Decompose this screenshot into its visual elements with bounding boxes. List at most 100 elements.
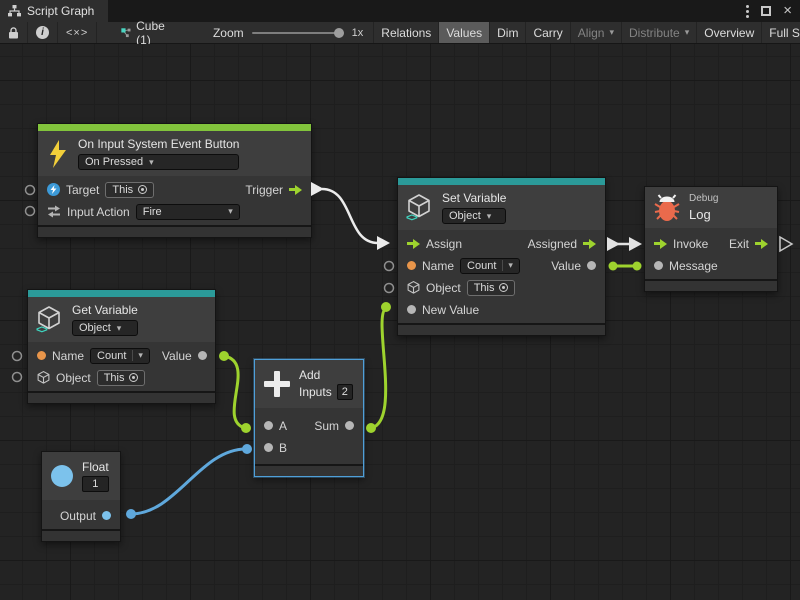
node-title: Get Variable [72,303,138,317]
button-label: Distribute [629,26,680,40]
variable-scope-dropdown[interactable]: Object ▾ [442,208,506,224]
zoom-label: Zoom [213,26,244,40]
chevron-down-icon: ▾ [609,27,614,38]
b-port[interactable] [264,443,273,452]
node-on-input-system-event-button[interactable]: On Input System Event Button On Pressed … [37,123,312,238]
name-port[interactable] [407,261,416,270]
float-value-field[interactable]: 1 [82,476,109,492]
scripting-brackets-icon: <> [406,212,417,224]
object-value: This [474,282,495,294]
object-cube-icon [37,371,50,385]
node-body: Output [42,500,120,529]
a-port[interactable] [264,421,273,430]
zoom-value: 1x [352,27,364,39]
node-title: On Input System Event Button [78,137,239,151]
node-title: Add [299,368,353,382]
object-field[interactable]: This [467,280,516,296]
node-header: On Input System Event Button On Pressed … [38,131,311,176]
variable-cube-icon: <> [37,306,63,334]
port-label: Assign [426,237,462,251]
output-port[interactable] [102,511,111,520]
script-graph-window: Script Graph × i <×> [0,0,800,600]
code-view-button[interactable]: <×> [58,22,97,43]
toolbar-button-values[interactable]: Values [439,22,490,43]
object-picker-icon [138,185,147,194]
button-label: Align [578,26,605,40]
object-field[interactable]: This [97,370,146,386]
kebab-menu-icon[interactable] [746,5,749,18]
button-label: Full Screen [769,26,800,40]
toolbar-button-align[interactable]: Align ▾ [571,22,622,43]
toolbar-button-fullscreen[interactable]: Full Screen [762,22,800,43]
variable-scope-dropdown[interactable]: Object ▾ [72,320,138,336]
maximize-icon[interactable] [761,6,771,16]
toolbar-button-carry[interactable]: Carry [526,22,570,43]
bug-icon [654,194,680,222]
lock-button[interactable] [0,22,28,43]
port-row-name: Name Count ▾ Value [28,345,215,366]
name-port[interactable] [37,351,46,360]
tab-script-graph[interactable]: Script Graph [0,0,108,22]
port-row-output: Output [42,505,120,526]
node-color-bar [398,178,605,185]
node-debug-log[interactable]: Debug Log Invoke Exit Message [644,186,778,292]
toolbar-spacer [97,22,113,43]
node-set-variable[interactable]: <> Set Variable Object ▾ Assign Assigned… [397,177,606,336]
node-get-variable[interactable]: <> Get Variable Object ▾ Name Count ▾ Va… [27,289,216,404]
graph-icon [8,5,21,17]
variable-name-dropdown[interactable]: Count ▾ [460,258,520,274]
variable-name-dropdown[interactable]: Count ▾ [90,348,150,364]
message-port[interactable] [654,261,663,270]
inputs-count-field[interactable]: 2 [337,384,353,400]
toolbar-button-distribute[interactable]: Distribute▾ [622,22,697,43]
inspect-button[interactable]: i [28,22,58,43]
target-object-field[interactable]: This [105,182,154,198]
node-body: Name Count ▾ Value Object This [28,342,215,391]
zoom-slider[interactable] [252,32,344,34]
flow-arrow-icon[interactable] [583,239,596,249]
port-label: Object [426,281,461,295]
port-label-exit: Exit [729,237,749,251]
button-label: Carry [533,26,562,40]
button-label: Values [446,26,482,40]
object-picker-icon [129,373,138,382]
flow-arrow-icon[interactable] [407,239,420,249]
port-label: Name [422,259,454,273]
port-row-object: Object This [28,367,215,388]
dropdown-value: Count [97,350,126,362]
flow-arrow-icon[interactable] [289,185,302,195]
node-color-bar [28,290,215,297]
chevron-down-icon: ▾ [117,323,122,334]
dropdown-value: Count [467,260,496,272]
close-icon[interactable]: × [783,6,792,16]
on-pressed-dropdown[interactable]: On Pressed ▾ [78,154,239,170]
object-value: This [112,184,133,196]
toolbar-button-relations[interactable]: Relations [374,22,439,43]
target-icon [47,183,60,196]
node-footer [38,227,311,237]
input-action-dropdown[interactable]: Fire ▾ [136,204,240,220]
toolbar-button-overview[interactable]: Overview [697,22,762,43]
flow-arrow-icon[interactable] [755,239,768,249]
graph-context-label: Cube (1) [136,19,169,47]
value-port[interactable] [587,261,596,270]
node-float[interactable]: Float 1 Output [41,451,121,542]
code-icon: <×> [66,27,88,39]
graph-context-button[interactable]: Cube (1) [113,22,177,43]
sum-port[interactable] [345,421,354,430]
port-label-assigned: Assigned [528,237,577,251]
input-action-icon [47,205,61,218]
port-label: Input Action [67,205,130,219]
new-value-port[interactable] [407,305,416,314]
zoom-slider-handle[interactable] [334,28,344,38]
dropdown-value: Fire [143,206,162,218]
object-picker-icon [499,283,508,292]
toolbar-button-dim[interactable]: Dim [490,22,526,43]
flow-arrow-icon[interactable] [654,239,667,249]
port-label: Message [669,259,718,273]
info-icon: i [36,26,49,39]
node-add[interactable]: Add Inputs 2 A Sum B [254,359,364,477]
port-row-assign: Assign Assigned [398,233,605,254]
node-header: Float 1 [42,452,120,500]
value-port[interactable] [198,351,207,360]
